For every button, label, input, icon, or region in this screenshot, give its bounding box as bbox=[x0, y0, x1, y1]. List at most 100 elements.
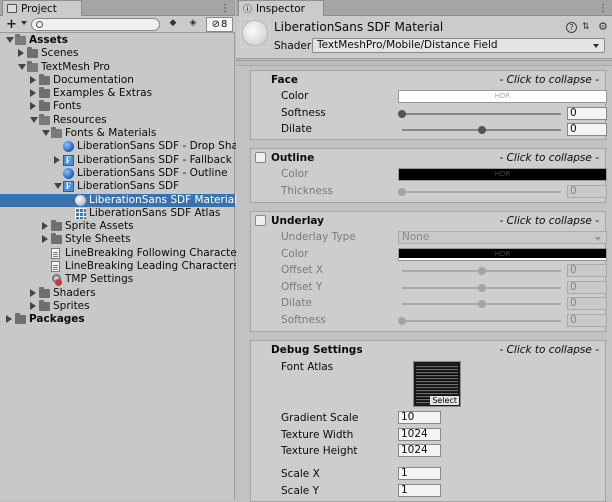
tree-item[interactable]: Style Sheets bbox=[0, 233, 235, 246]
tab-inspector[interactable]: ⓘ Inspector bbox=[238, 0, 324, 16]
help-icon[interactable]: ? bbox=[566, 22, 577, 33]
search-box[interactable] bbox=[31, 18, 160, 31]
tree-item[interactable]: Fonts bbox=[0, 100, 235, 113]
underlay-offsety-slider[interactable] bbox=[402, 283, 561, 292]
collapsed-arrow-icon[interactable] bbox=[30, 75, 36, 84]
tree-item[interactable]: Documentation bbox=[0, 73, 235, 87]
inspector-header: LiberationSans SDF Material ? ⇅ ⚙ Shader… bbox=[236, 16, 612, 59]
texture-width-input[interactable]: 1024 bbox=[398, 428, 441, 441]
expanded-arrow-icon[interactable] bbox=[6, 37, 14, 43]
outline-thickness-input[interactable]: 0 bbox=[567, 184, 607, 198]
face-header[interactable]: Face - Click to collapse - bbox=[251, 71, 605, 88]
underlay-color-field[interactable]: HDR bbox=[398, 247, 607, 261]
tree-item[interactable]: LineBreaking Leading Characters bbox=[0, 260, 239, 273]
tree-item[interactable]: LiberationSans SDF - Outline bbox=[0, 167, 235, 180]
collapsed-arrow-icon[interactable] bbox=[42, 222, 48, 231]
gradient-scale-input[interactable]: 10 bbox=[398, 411, 441, 424]
tree-item[interactable]: Scenes bbox=[0, 47, 235, 60]
search-input[interactable] bbox=[46, 19, 156, 30]
slider-knob[interactable] bbox=[477, 300, 486, 308]
face-dilate-input[interactable]: 0 bbox=[567, 123, 607, 136]
collapsed-arrow-icon[interactable] bbox=[30, 89, 36, 98]
outline-color-field[interactable]: HDR bbox=[398, 168, 607, 181]
gear-icon[interactable]: ⚙ bbox=[598, 20, 608, 33]
project-toolbar: + ◆ ◈ ⊘ 8 bbox=[0, 16, 235, 33]
hidden-packages-toggle[interactable]: ⊘ 8 bbox=[206, 17, 233, 32]
tree-item[interactable]: Fonts & Materials bbox=[0, 127, 235, 140]
tree-item[interactable]: Packages bbox=[0, 313, 235, 326]
more-options-icon[interactable]: ⋮ bbox=[220, 3, 230, 14]
tree-item[interactable]: Shaders bbox=[0, 286, 235, 300]
collapse-toggle[interactable]: - Click to collapse - bbox=[499, 215, 599, 227]
presets-icon[interactable]: ⇅ bbox=[582, 22, 590, 32]
collapse-toggle[interactable]: - Click to collapse - bbox=[499, 74, 599, 86]
tree-item[interactable]: Examples & Extras bbox=[0, 87, 235, 100]
texture-height-input[interactable]: 1024 bbox=[398, 444, 441, 457]
more-options-icon[interactable]: ⋮ bbox=[598, 3, 608, 14]
tree-item[interactable]: LiberationSans SDF - Drop Shado bbox=[0, 140, 251, 153]
tree-item[interactable]: F LiberationSans SDF - Fallback bbox=[0, 154, 235, 167]
tree-item[interactable]: Resources bbox=[0, 113, 235, 127]
tree-item-label: Sprites bbox=[53, 299, 90, 312]
slider-knob[interactable] bbox=[398, 316, 406, 325]
collapse-toggle[interactable]: - Click to collapse - bbox=[499, 152, 599, 164]
collapsed-arrow-icon[interactable] bbox=[30, 102, 36, 111]
tree-item[interactable]: TextMesh Pro bbox=[0, 60, 235, 74]
underlay-offsety-input[interactable]: 0 bbox=[567, 280, 607, 294]
expanded-arrow-icon[interactable] bbox=[42, 130, 50, 137]
collapsed-arrow-icon[interactable] bbox=[6, 315, 12, 324]
slider-knob[interactable] bbox=[477, 126, 486, 134]
header-divider[interactable] bbox=[236, 60, 612, 66]
underlay-dilate-slider[interactable] bbox=[402, 300, 561, 308]
slider-knob[interactable] bbox=[398, 187, 406, 196]
slider-knob[interactable] bbox=[477, 267, 486, 275]
slider-knob[interactable] bbox=[477, 283, 486, 292]
shader-dropdown[interactable]: TextMeshPro/Mobile/Distance Field bbox=[312, 38, 605, 53]
face-dilate-slider[interactable] bbox=[402, 126, 561, 134]
scale-y-input[interactable]: 1 bbox=[398, 484, 441, 497]
underlay-softness-slider[interactable] bbox=[398, 316, 561, 325]
face-softness-slider[interactable] bbox=[398, 109, 561, 118]
tree-item[interactable]: Sprites bbox=[0, 299, 235, 313]
collapsed-arrow-icon[interactable] bbox=[30, 301, 36, 310]
collapsed-arrow-icon[interactable] bbox=[42, 235, 48, 244]
underlay-softness-input[interactable]: 0 bbox=[567, 313, 607, 327]
chevron-down-icon[interactable] bbox=[21, 21, 27, 25]
collapsed-arrow-icon[interactable] bbox=[18, 49, 24, 58]
underlay-enable-checkbox[interactable] bbox=[255, 215, 266, 226]
texture-height-label: Texture Height bbox=[281, 445, 358, 457]
tab-project[interactable]: Project bbox=[2, 0, 82, 16]
expanded-arrow-icon[interactable] bbox=[18, 63, 26, 70]
underlay-type-dropdown[interactable]: None bbox=[398, 231, 607, 244]
expanded-arrow-icon[interactable] bbox=[54, 183, 62, 190]
tree-item[interactable]: LineBreaking Following Characters bbox=[0, 247, 247, 260]
scale-x-input[interactable]: 1 bbox=[398, 467, 441, 480]
face-title: Face bbox=[271, 74, 298, 86]
tree-item[interactable]: LiberationSans SDF Atlas bbox=[0, 207, 235, 220]
filter-by-label-icon[interactable]: ◈ bbox=[186, 18, 200, 31]
font-atlas-texture[interactable]: Select bbox=[413, 361, 461, 407]
underlay-dilate-input[interactable]: 0 bbox=[567, 297, 607, 310]
outline-enable-checkbox[interactable] bbox=[255, 152, 266, 163]
outline-thickness-slider[interactable] bbox=[398, 187, 561, 196]
collapsed-arrow-icon[interactable] bbox=[54, 155, 60, 164]
face-softness-input[interactable]: 0 bbox=[567, 106, 607, 120]
tree-item[interactable]: Sprite Assets bbox=[0, 220, 235, 233]
collapse-toggle[interactable]: - Click to collapse - bbox=[499, 344, 599, 356]
slider-knob[interactable] bbox=[398, 109, 406, 118]
expanded-arrow-icon[interactable] bbox=[30, 116, 38, 123]
tree-item[interactable]: Assets bbox=[0, 34, 235, 47]
filter-by-type-icon[interactable]: ◆ bbox=[166, 18, 180, 31]
underlay-offsetx-slider[interactable] bbox=[402, 267, 561, 275]
tree-item[interactable]: LiberationSans SDF Material bbox=[0, 193, 237, 207]
tree-item[interactable]: F LiberationSans SDF bbox=[0, 180, 235, 193]
underlay-offsetx-input[interactable]: 0 bbox=[567, 264, 607, 277]
create-plus-icon[interactable]: + bbox=[6, 17, 17, 32]
underlay-header[interactable]: Underlay - Click to collapse - bbox=[251, 212, 605, 229]
tree-item[interactable]: TMP Settings bbox=[0, 273, 235, 287]
select-button[interactable]: Select bbox=[430, 396, 459, 405]
debug-header[interactable]: Debug Settings - Click to collapse - bbox=[251, 341, 605, 358]
collapsed-arrow-icon[interactable] bbox=[30, 288, 36, 297]
outline-header[interactable]: Outline - Click to collapse - bbox=[251, 149, 605, 166]
face-color-field[interactable]: HDR bbox=[398, 90, 607, 103]
